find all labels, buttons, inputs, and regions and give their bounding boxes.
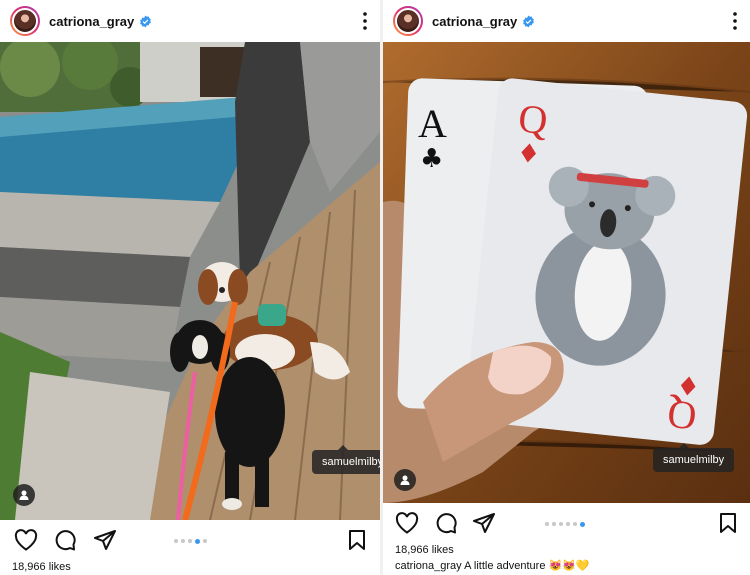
svg-text:Q: Q [665,391,699,439]
carousel-dot [181,539,185,543]
ace-rank: A [418,101,447,146]
carousel-dot-active [580,521,585,527]
svg-text:♣: ♣ [420,144,443,174]
like-heart-icon[interactable] [14,529,38,551]
tag-label[interactable]: samuelmilby [312,445,380,474]
comment-icon[interactable] [54,529,76,551]
bookmark-icon[interactable] [348,529,366,551]
carousel-dot [566,522,570,526]
likes-count[interactable]: 18,966 likes [12,561,71,573]
carousel-dots [174,538,207,544]
post-header: catriona_gray [383,0,750,42]
tag-label[interactable]: samuelmilby [653,443,735,472]
action-bar [0,525,380,555]
carousel-dot [552,522,556,526]
verified-badge-icon [523,15,535,27]
more-options-icon[interactable] [732,11,738,31]
carousel-dots [545,521,585,527]
post-left: catriona_gray samuelmilby 18,966 likes [0,0,380,575]
post-photo-cards[interactable]: A ♣ Q ♦ ♦ Q samuelmilby [383,42,750,503]
action-bar [383,508,750,538]
carousel-dot [188,539,192,543]
caption-username[interactable]: catriona_gray [395,560,462,572]
share-send-icon[interactable] [473,512,495,534]
post-header: catriona_gray [0,0,380,42]
avatar[interactable] [10,6,40,36]
comment-icon[interactable] [435,512,457,534]
carousel-dot [203,539,207,543]
share-send-icon[interactable] [94,529,116,551]
tagged-user-icon[interactable] [13,484,35,506]
svg-text:♦: ♦ [515,138,541,170]
verified-badge-icon [140,15,152,27]
svg-text:Q: Q [516,95,550,143]
carousel-dot [545,522,549,526]
carousel-dot [559,522,563,526]
bookmark-icon[interactable] [719,512,737,534]
avatar[interactable] [393,6,423,36]
playing-cards-image: A ♣ Q ♦ ♦ Q [383,42,750,503]
username[interactable]: catriona_gray [432,14,517,29]
carousel-dot [573,522,577,526]
username[interactable]: catriona_gray [49,14,134,29]
post-caption: catriona_gray A little adventure 😻😻💛 [395,559,590,572]
post-photo-dogs[interactable]: samuelmilby [0,42,380,520]
carousel-dot-active [195,538,200,544]
tagged-user-icon[interactable] [394,469,416,491]
caption-text: A little adventure 😻😻💛 [464,560,590,572]
dogs-by-pool-image [0,42,380,520]
like-heart-icon[interactable] [395,512,419,534]
likes-count[interactable]: 18,966 likes [395,544,454,556]
carousel-dot [174,539,178,543]
more-options-icon[interactable] [362,11,368,31]
post-right: catriona_gray A ♣ Q ♦ ♦ Q samuelmilby 18… [383,0,750,575]
